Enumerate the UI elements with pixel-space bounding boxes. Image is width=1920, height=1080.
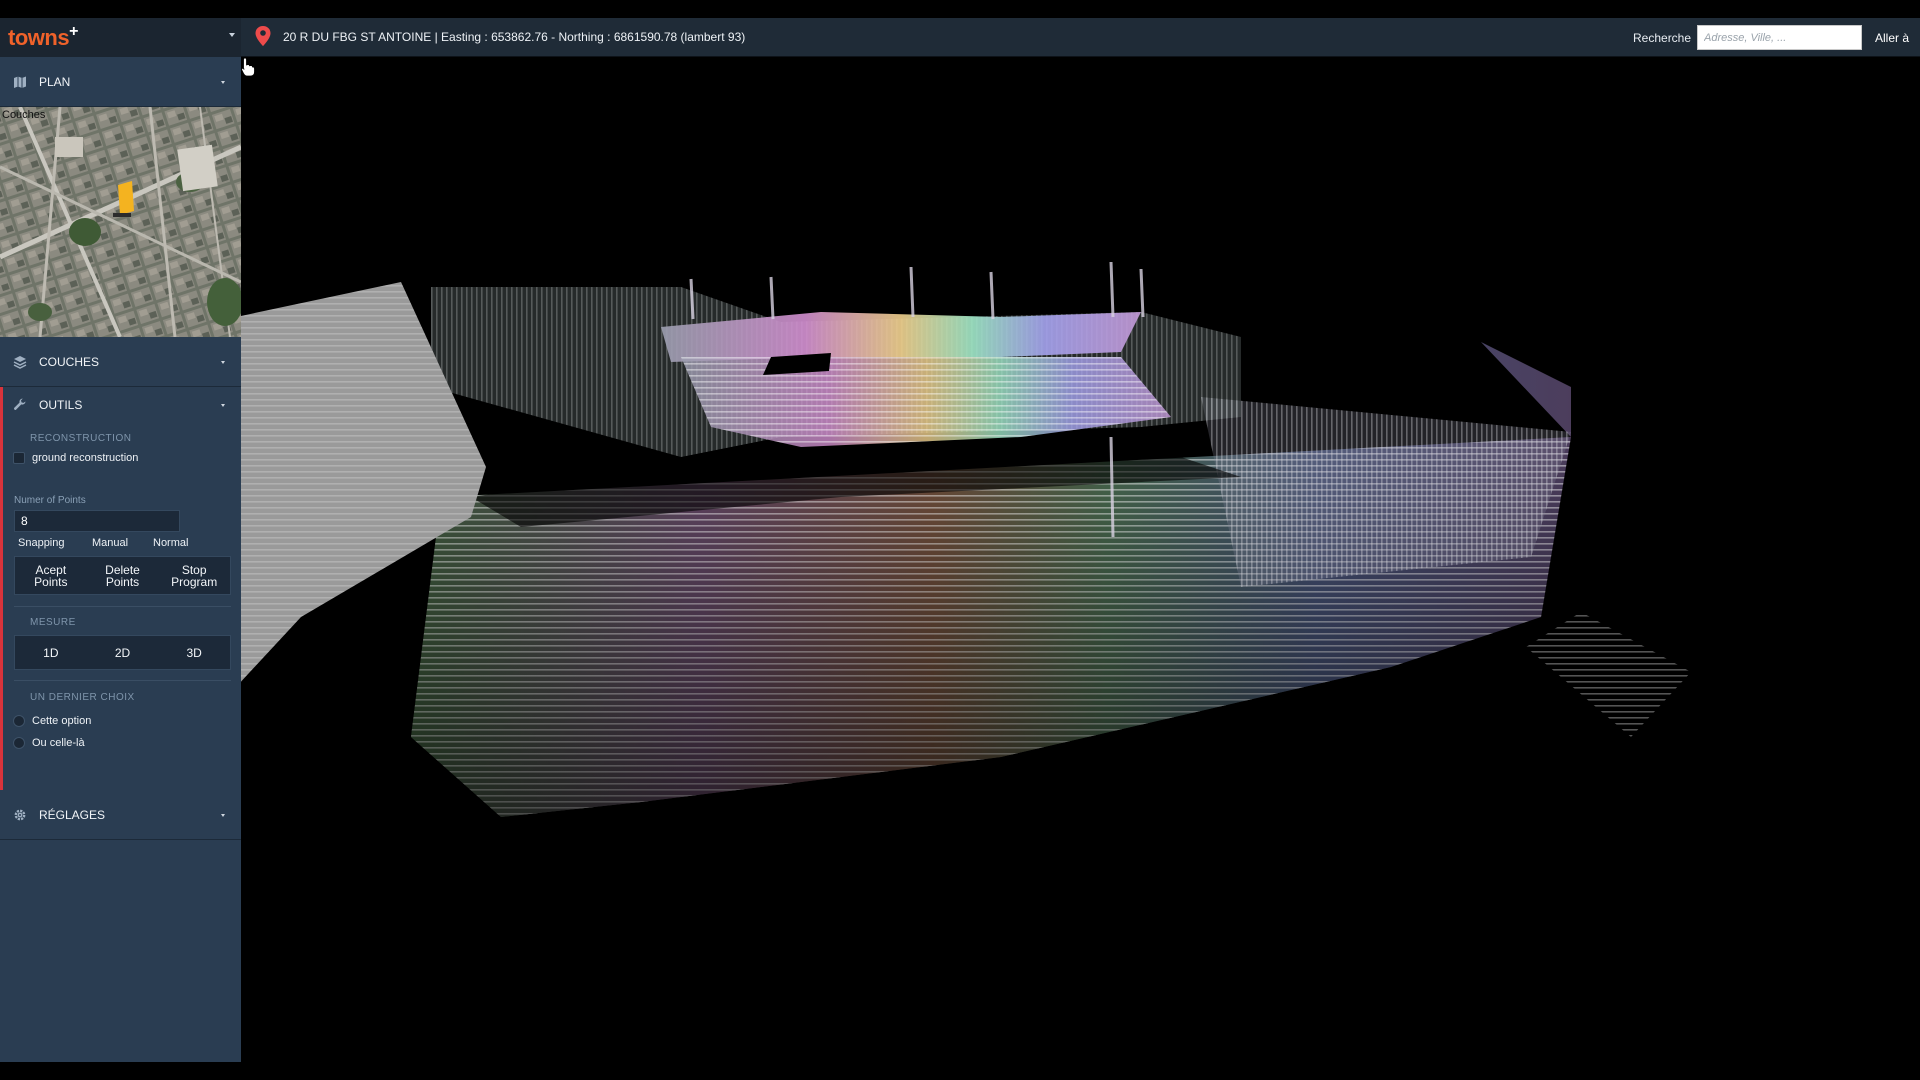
section-couches-label: COUCHES (39, 354, 100, 369)
section-reglages[interactable]: RÉGLAGES (0, 790, 241, 840)
minimap[interactable]: Couches (0, 107, 241, 337)
section-reglages-label: RÉGLAGES (39, 807, 106, 822)
logo-plus: + (69, 22, 79, 40)
ground-reconstruction-label: ground reconstruction (32, 452, 139, 464)
choice-label-2: Ou celle-là (32, 737, 85, 749)
delete-points-button[interactable]: Delete Points (87, 557, 159, 594)
gear-icon (14, 809, 26, 821)
search-label: Recherche (1633, 31, 1692, 45)
snapping-normal[interactable]: Normal (149, 534, 192, 552)
chevron-down-icon (221, 81, 225, 84)
sidebar: PLAN Couches COUCHES OUTILS RECONSTRUCTI… (0, 57, 241, 1062)
ground-reconstruction-checkbox[interactable] (13, 452, 25, 464)
choice-label-1: Cette option (32, 715, 92, 727)
accept-points-button[interactable]: Acept Points (15, 557, 87, 594)
divider (14, 606, 231, 607)
num-points-input[interactable] (14, 510, 180, 532)
snapping-manual[interactable]: Manual (88, 534, 132, 552)
mesure-3d-button[interactable]: 3D (158, 636, 230, 669)
mesure-1d-button[interactable]: 1D (15, 636, 87, 669)
chevron-down-icon (221, 361, 225, 364)
choice-radio-1[interactable] (13, 715, 25, 727)
hand-cursor-icon (241, 57, 255, 77)
stop-program-button[interactable]: Stop Program (158, 557, 230, 594)
search-input[interactable] (1697, 25, 1862, 50)
point-actions-group: Acept Points Delete Points Stop Program (14, 556, 231, 595)
mesure-2d-button[interactable]: 2D (87, 636, 159, 669)
go-button[interactable]: Aller à (1864, 25, 1920, 50)
app-logo[interactable]: towns + (0, 18, 241, 57)
point-cloud-render (241, 261, 1691, 817)
mesure-group: 1D 2D 3D (14, 635, 231, 670)
map-icon (14, 76, 26, 88)
section-plan-label: PLAN (39, 74, 71, 89)
snapping-toggle[interactable]: Snapping (14, 534, 69, 552)
minimap-aerial-image (0, 107, 241, 337)
num-points-label: Numer of Points (14, 495, 86, 506)
logo-text: towns (8, 24, 70, 50)
chevron-down-icon (229, 33, 235, 37)
top-bar: towns + 20 R DU FBG ST ANTOINE | Easting … (0, 18, 1920, 57)
chevron-down-icon (221, 814, 225, 817)
wrench-icon (13, 398, 26, 410)
map-pin-icon (255, 26, 271, 46)
section-couches[interactable]: COUCHES (0, 337, 241, 387)
section-plan[interactable]: PLAN (0, 57, 241, 107)
reconstruction-title: RECONSTRUCTION (30, 433, 132, 444)
choice-title: UN DERNIER CHOIX (30, 692, 135, 703)
outils-panel: RECONSTRUCTION ground reconstruction Num… (0, 422, 241, 790)
section-outils[interactable]: OUTILS (0, 387, 241, 422)
location-address: 20 R DU FBG ST ANTOINE | Easting : 65386… (283, 30, 746, 44)
app-root: towns + 20 R DU FBG ST ANTOINE | Easting … (0, 0, 1920, 1080)
chevron-down-icon (221, 404, 225, 407)
choice-radio-2[interactable] (13, 737, 25, 749)
minimap-overlay-label: Couches (2, 109, 46, 121)
mesure-title: MESURE (30, 617, 76, 628)
divider (14, 680, 231, 681)
section-outils-label: OUTILS (39, 397, 83, 412)
point-cloud-viewer[interactable] (241, 57, 1920, 1080)
layers-icon (13, 356, 27, 369)
